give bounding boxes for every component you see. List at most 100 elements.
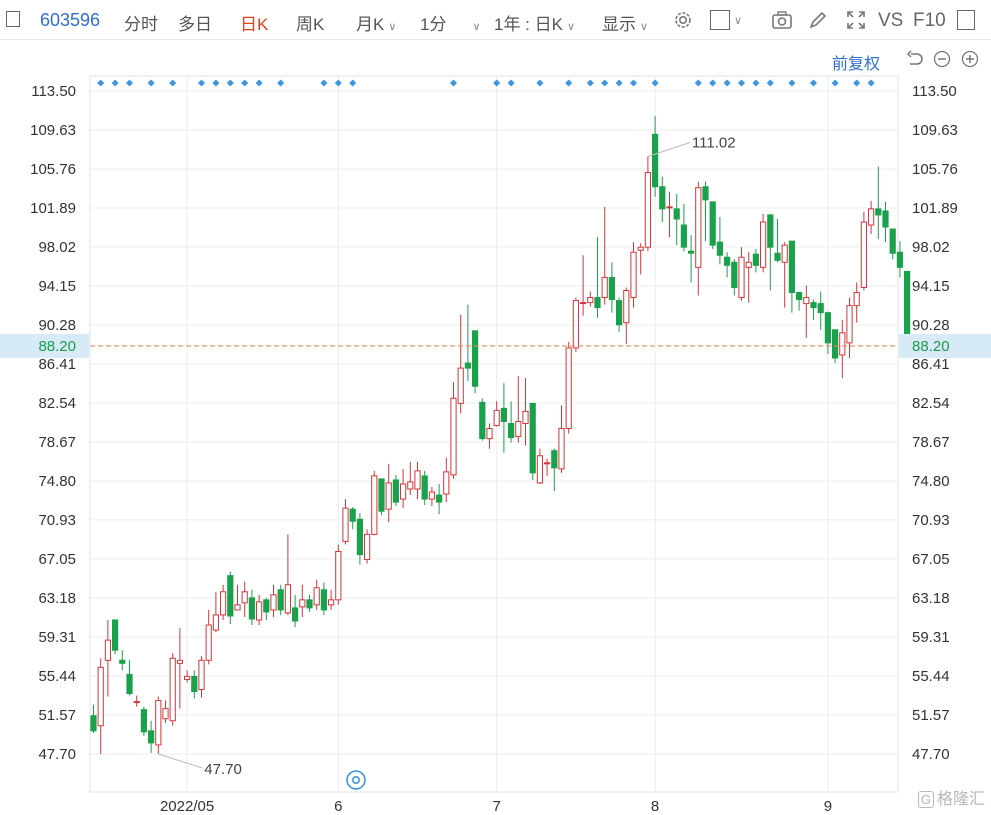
candlestick-chart[interactable]: 113.50 113.50 109.63 109.63 105.76 105.76 101.… [0, 0, 991, 815]
y-tick-label-right: 113.50 [912, 83, 957, 100]
candle-body-down [529, 402, 536, 474]
event-marker-icon [507, 79, 515, 87]
x-tick-label: 9 [824, 798, 832, 815]
candle-body-up [558, 428, 565, 470]
y-tick-label-left: 78.67 [38, 434, 76, 451]
y-tick-label-right: 55.44 [912, 668, 950, 685]
event-marker-icon [709, 79, 717, 87]
event-marker-icon [334, 79, 342, 87]
candle-body-down [616, 300, 623, 326]
y-tick-label-right: 70.93 [912, 512, 950, 529]
candle-body-up [644, 172, 651, 248]
event-marker-icon [241, 79, 249, 87]
candle-body-up [97, 666, 104, 727]
candle-body-up [601, 276, 608, 299]
candle-body-down [148, 730, 155, 744]
event-marker-icon [169, 79, 177, 87]
candle-body-up [335, 550, 342, 601]
candle-body-up [572, 300, 579, 349]
candle-body-down [702, 186, 709, 201]
candle-body-up [328, 599, 335, 606]
candle-body-down [810, 302, 817, 309]
y-tick-label-left: 101.89 [30, 200, 76, 217]
y-tick-label-left: 47.70 [38, 746, 76, 763]
candle-body-down [788, 240, 795, 294]
watermark: G 格隆汇 [917, 785, 985, 809]
candle-body-up [760, 221, 767, 268]
candle-body-down [472, 330, 479, 387]
x-tick-label: 2022/05 [160, 798, 214, 815]
y-tick-label-right: 78.67 [912, 434, 950, 451]
event-marker-icon [277, 79, 285, 87]
candle-body-down [796, 292, 803, 301]
y-tick-label-left: 55.44 [38, 668, 76, 685]
event-marker-icon [536, 79, 544, 87]
x-tick-label: 8 [651, 798, 659, 815]
candle-body-up [745, 261, 752, 268]
candle-body-down [508, 423, 515, 439]
candle-body-up [169, 657, 176, 722]
candle-body-down [716, 241, 723, 256]
event-marker-icon [586, 79, 594, 87]
candle-body-down [349, 508, 356, 522]
event-marker-icon [147, 79, 155, 87]
y-tick-label-right: 63.18 [912, 590, 950, 607]
event-marker-icon [349, 79, 357, 87]
max-price-label: 111.02 [692, 134, 736, 151]
y-tick-label-right: 67.05 [912, 551, 950, 568]
current-price-label-right: 88.20 [912, 338, 950, 355]
candle-body-up [385, 482, 392, 510]
candle-body-down [90, 715, 97, 732]
event-marker-icon [723, 79, 731, 87]
candle-body-up [637, 246, 644, 251]
event-marker-icon [212, 79, 220, 87]
y-tick-label-right: 101.89 [912, 200, 958, 217]
event-marker-icon [853, 79, 861, 87]
candle-body-down [112, 619, 119, 651]
candle-body-up [486, 428, 493, 440]
event-marker-icon [226, 79, 234, 87]
y-tick-label-left: 59.31 [38, 629, 76, 646]
candle-body-down [464, 362, 471, 369]
candle-body-down [191, 675, 198, 693]
event-marker-icon [651, 79, 659, 87]
current-price-label-left: 88.20 [38, 338, 76, 355]
event-marker-icon [565, 79, 573, 87]
x-tick-label: 7 [493, 798, 501, 815]
y-tick-label-left: 105.76 [30, 161, 76, 178]
candle-body-up [133, 701, 140, 704]
candle-body-down [817, 303, 824, 314]
candle-body-up [695, 187, 702, 268]
candle-body-up [414, 470, 421, 490]
y-tick-label-left: 67.05 [38, 551, 76, 568]
y-tick-label-right: 90.28 [912, 317, 950, 334]
y-tick-label-right: 94.15 [912, 278, 950, 295]
candle-body-up [212, 614, 220, 631]
event-marker-icon [831, 79, 839, 87]
y-tick-label-left: 74.80 [38, 473, 76, 490]
y-tick-label-left: 113.50 [31, 83, 76, 100]
candle-body-down [248, 597, 256, 620]
candle-body-up [371, 475, 378, 535]
candle-body-down [731, 261, 738, 288]
candle-body-down [896, 251, 903, 268]
candle-body-up [803, 297, 810, 305]
candle-body-down [709, 201, 716, 246]
candle-body-down [774, 252, 781, 261]
candle-body-down [356, 518, 363, 555]
event-marker-icon [810, 79, 817, 87]
candle-body-up [162, 708, 169, 720]
candle-body-up [536, 455, 543, 484]
min-leader-line [158, 753, 203, 769]
candle-body-up [407, 481, 414, 490]
candle-body-up [666, 206, 673, 209]
candle-body-down [889, 228, 896, 254]
candle-body-up [450, 397, 457, 476]
candle-body-up [256, 601, 263, 621]
candle-body-down [882, 210, 889, 228]
candle-body-up [630, 251, 637, 299]
y-tick-label-left: 86.41 [38, 356, 76, 373]
candle-body-up [443, 471, 450, 495]
candle-body-down [320, 589, 327, 611]
y-tick-label-right: 109.63 [912, 122, 958, 139]
